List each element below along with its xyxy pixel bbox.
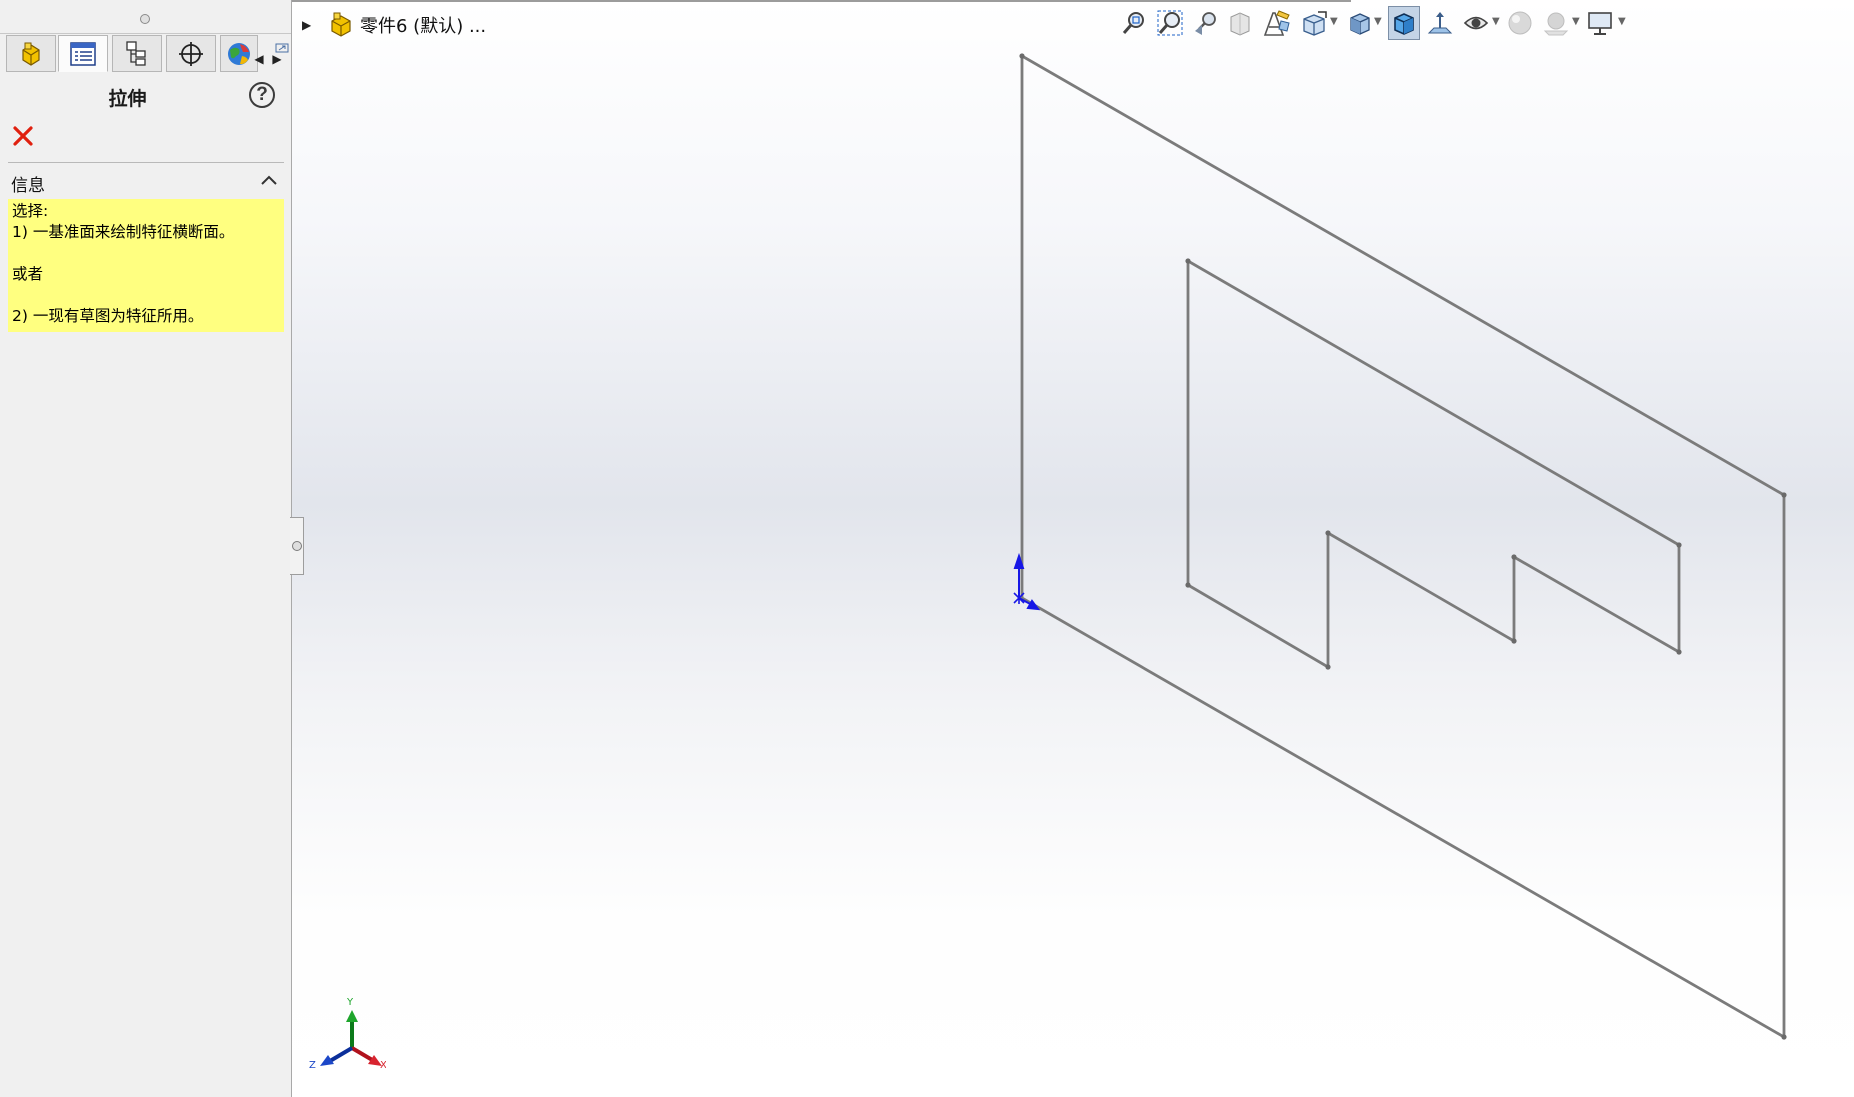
cancel-button[interactable]	[12, 125, 34, 147]
expand-panel-icon[interactable]	[275, 38, 289, 53]
tab-configuration-manager[interactable]	[112, 35, 162, 72]
info-line: 或者	[12, 265, 44, 283]
info-section-header[interactable]: 信息	[11, 171, 45, 196]
tab-dimxpert-manager[interactable]	[166, 35, 216, 72]
sketch-vertices	[1019, 53, 1787, 1040]
reference-triad: Y X Z	[309, 997, 386, 1070]
page-title: 拉伸	[108, 88, 147, 110]
property-manager-panel: ◀ ▶ 拉伸 ? 信息 选择: 1) 一基准面来绘制特征横断面。 或者 2) 一…	[0, 0, 292, 1097]
info-line: 选择:	[12, 202, 49, 220]
info-line	[12, 285, 280, 306]
close-icon	[13, 126, 33, 146]
part-tree-icon	[22, 42, 40, 66]
panel-splitter-handle[interactable]	[290, 517, 304, 575]
splitter-grip-icon	[292, 541, 302, 551]
chevron-up-icon[interactable]	[259, 172, 279, 188]
sketch-origin-icon	[1013, 552, 1041, 611]
triad-y-axis	[346, 1010, 358, 1048]
section-divider	[8, 162, 284, 163]
crosshair-icon	[179, 41, 203, 66]
tab-scroll-right-icon[interactable]: ▶	[270, 48, 284, 70]
sketch-inner-profile[interactable]	[1186, 259, 1681, 669]
info-line: 2) 一现有草图为特征所用。	[12, 307, 204, 325]
configuration-icon	[126, 40, 146, 66]
triad-x-label: X	[380, 1060, 386, 1070]
property-list-icon	[70, 41, 96, 66]
display-globe-icon	[228, 42, 250, 65]
panel-resize-grip[interactable]	[140, 14, 150, 24]
triad-y-label: Y	[346, 997, 354, 1008]
info-line	[12, 243, 280, 264]
sketch-outer-profile[interactable]	[1020, 54, 1786, 1039]
tab-property-manager[interactable]	[58, 35, 108, 72]
sketch-canvas[interactable]	[292, 0, 1854, 1097]
triad-z-axis	[320, 1046, 354, 1066]
info-message-box: 选择: 1) 一基准面来绘制特征横断面。 或者 2) 一现有草图为特征所用。	[8, 199, 284, 332]
triad-z-label: Z	[309, 1060, 316, 1070]
graphics-area[interactable]: ▶ 零件6 (默认) ... ▼ ▼ ▼ ▼ ▼ Y X Z	[292, 0, 1854, 1097]
info-line: 1) 一基准面来绘制特征横断面。	[12, 223, 235, 241]
tab-feature-manager[interactable]	[6, 35, 56, 72]
panel-divider	[0, 33, 291, 34]
tab-scroll-left-icon[interactable]: ◀	[252, 48, 266, 70]
triad-x-axis	[350, 1046, 382, 1066]
help-button[interactable]: ?	[249, 82, 275, 108]
